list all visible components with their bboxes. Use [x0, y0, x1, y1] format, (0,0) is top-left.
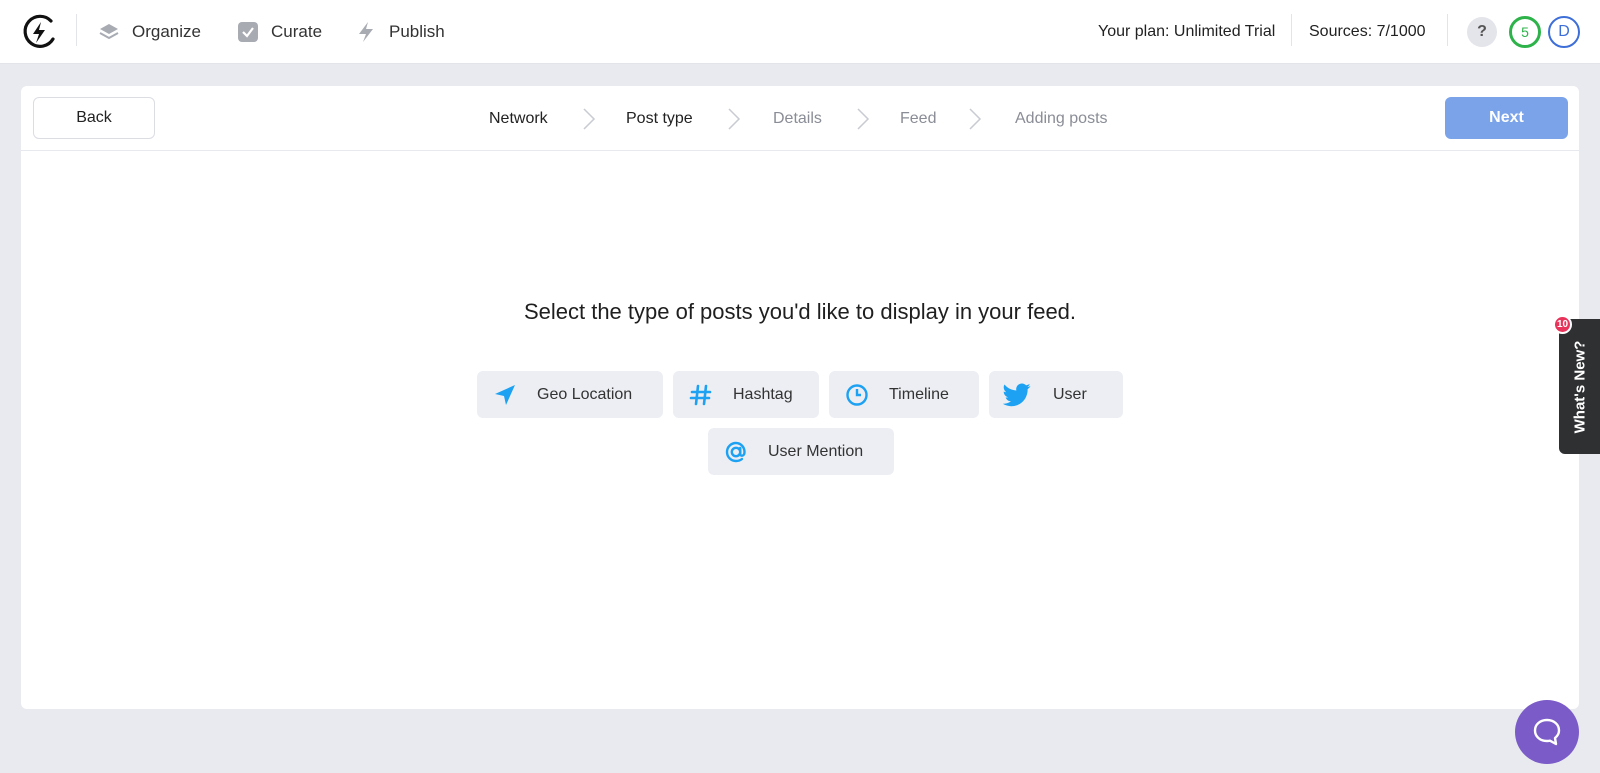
sources-count[interactable]: Sources: 7/1000 [1309, 0, 1426, 64]
post-type-label: Geo Location [537, 385, 633, 403]
nav-publish[interactable]: Publish [355, 0, 445, 64]
post-type-user-mention[interactable]: User Mention [708, 428, 894, 475]
post-type-timeline[interactable]: Timeline [829, 371, 979, 418]
clock-icon [843, 381, 871, 409]
onboarding-progress[interactable]: 5 [1509, 16, 1541, 48]
bolt-icon [355, 21, 377, 43]
post-type-label: Hashtag [733, 385, 793, 403]
post-type-prompt: Select the type of posts you'd like to d… [523, 299, 1077, 324]
twitter-bird-icon [1003, 381, 1031, 409]
step-network[interactable]: Network [489, 86, 548, 151]
location-arrow-icon [491, 381, 519, 409]
step-post-type[interactable]: Post type [626, 86, 693, 151]
chat-bubble-icon [1533, 718, 1561, 746]
wizard-header: Back Network Post type Details Feed Addi… [21, 86, 1579, 151]
layers-icon [98, 21, 120, 43]
checkbox-icon [237, 21, 259, 43]
chevron-right-icon [728, 108, 741, 130]
post-type-label: User [1053, 385, 1087, 403]
whats-new-badge: 10 [1553, 315, 1572, 334]
nav-publish-label: Publish [389, 22, 445, 41]
top-bar: Organize Curate Publish Your plan: Unlim… [0, 0, 1600, 64]
post-type-hashtag[interactable]: Hashtag [673, 371, 819, 418]
at-sign-icon [722, 438, 750, 466]
chevron-right-icon [857, 108, 870, 130]
hashtag-icon [687, 381, 715, 409]
app-logo-icon[interactable] [20, 13, 58, 51]
chat-launcher-button[interactable] [1515, 700, 1579, 764]
post-type-geo-location[interactable]: Geo Location [477, 371, 663, 418]
nav-organize[interactable]: Organize [98, 0, 201, 64]
sources-divider [1447, 14, 1448, 46]
post-type-label: Timeline [889, 385, 949, 403]
chevron-right-icon [583, 108, 596, 130]
help-button[interactable]: ? [1467, 17, 1497, 47]
nav-divider [76, 14, 77, 46]
plan-divider [1291, 14, 1292, 46]
nav-curate-label: Curate [271, 22, 323, 41]
back-button[interactable]: Back [33, 97, 155, 139]
step-adding-posts[interactable]: Adding posts [1015, 86, 1108, 151]
next-button[interactable]: Next [1445, 97, 1568, 139]
step-details[interactable]: Details [773, 86, 822, 151]
wizard-card: Back Network Post type Details Feed Addi… [21, 86, 1579, 709]
whats-new-tab[interactable]: What's New? [1559, 319, 1600, 454]
post-type-user[interactable]: User [989, 371, 1123, 418]
chevron-right-icon [969, 108, 982, 130]
whats-new-label: What's New? [1571, 340, 1588, 433]
avatar[interactable]: D [1548, 16, 1580, 48]
step-feed[interactable]: Feed [900, 86, 936, 151]
nav-organize-label: Organize [132, 22, 201, 41]
post-type-label: User Mention [768, 442, 864, 460]
plan-label[interactable]: Your plan: Unlimited Trial [1098, 0, 1275, 64]
nav-curate[interactable]: Curate [237, 0, 322, 64]
